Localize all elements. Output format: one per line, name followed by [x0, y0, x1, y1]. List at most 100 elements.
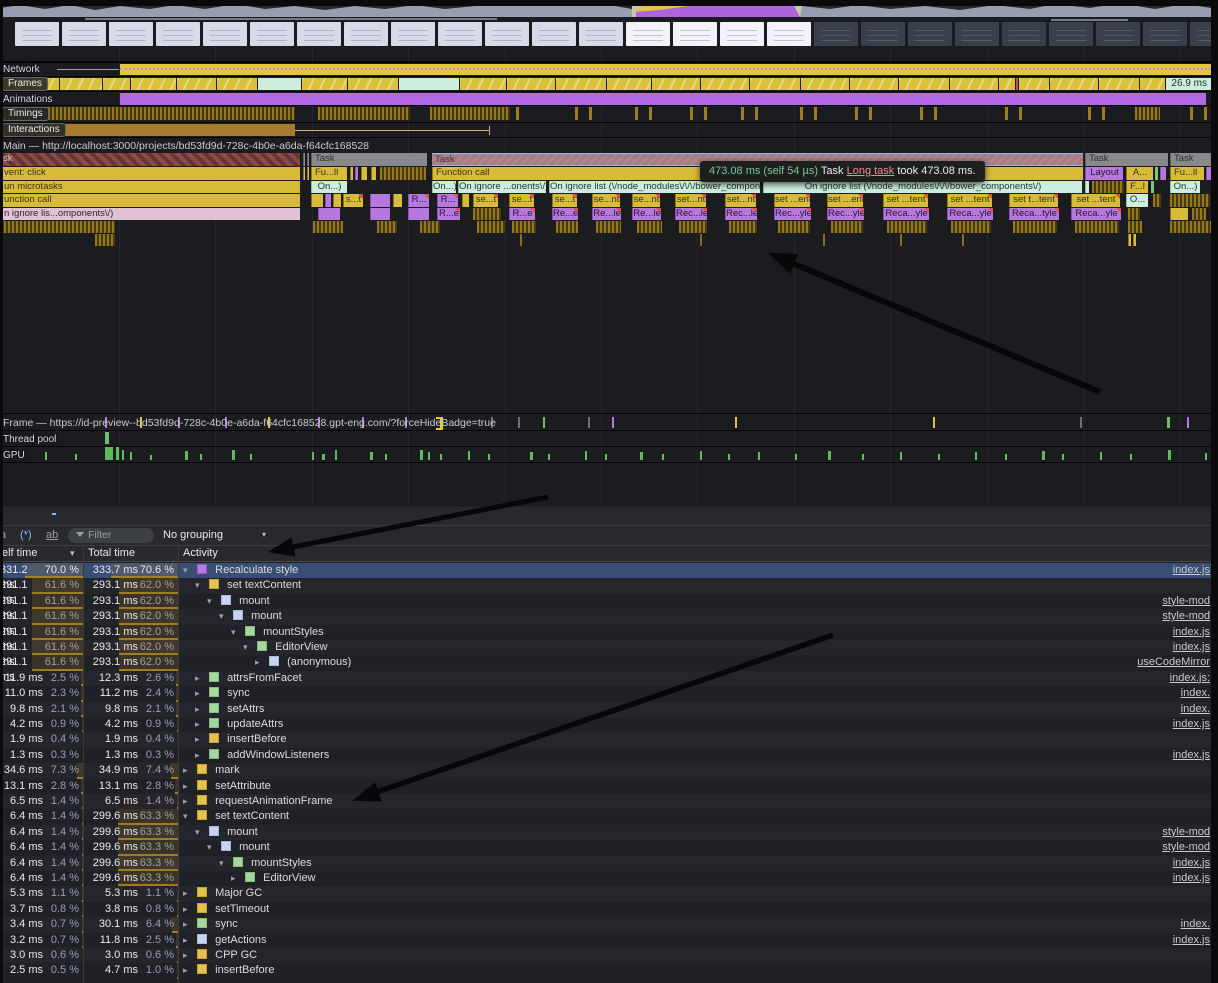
- table-row[interactable]: 9.8 ms 2.1 % 9.8 ms 2.1 % ▸ setAttrs ind…: [0, 702, 1218, 717]
- frame-segment[interactable]: [701, 78, 749, 90]
- flame-recalc-bar[interactable]: Rec...yle: [774, 208, 811, 220]
- frame-event-tick[interactable]: [588, 417, 590, 428]
- gpu-task-bar[interactable]: [1205, 453, 1207, 460]
- flame-call-bar[interactable]: [1170, 194, 1210, 207]
- track-label-animations[interactable]: Animations: [3, 94, 52, 105]
- flame-recalc-bar[interactable]: Reca...yle: [1071, 208, 1121, 220]
- flame-deep-bar[interactable]: [596, 221, 621, 233]
- gpu-task-bar[interactable]: [585, 451, 587, 460]
- filmstrip-frame[interactable]: [908, 22, 952, 46]
- flame-call-bar[interactable]: [311, 194, 323, 207]
- flame-call-bar[interactable]: [325, 194, 331, 207]
- filmstrip-frame[interactable]: [391, 22, 435, 46]
- flame-recalc-bar[interactable]: Reca...yle: [947, 208, 993, 220]
- expander-icon[interactable]: ▸: [195, 717, 206, 732]
- long-task-link[interactable]: Long task: [847, 165, 895, 177]
- flame-call-bar[interactable]: [333, 194, 341, 207]
- flame-deep-bar[interactable]: [700, 234, 702, 246]
- flame-task-bar[interactable]: Task: [1170, 153, 1211, 166]
- expander-icon[interactable]: ▾: [207, 840, 218, 855]
- table-row[interactable]: 6.4 ms 1.4 % 299.6 ms 63.3 % ▸ EditorVie…: [0, 871, 1218, 886]
- source-link[interactable]: index.: [1181, 702, 1210, 717]
- flame-event-bar[interactable]: Fu...ll: [1170, 167, 1204, 180]
- flame-deep-bar[interactable]: [1075, 221, 1119, 233]
- expander-icon[interactable]: ▸: [183, 902, 194, 917]
- frame-segment[interactable]: [1050, 78, 1098, 90]
- flame-call-bar[interactable]: se...nt: [592, 194, 620, 207]
- track-label-network[interactable]: Network: [3, 64, 40, 75]
- frame-segment[interactable]: [1016, 78, 1018, 90]
- gpu-task-bar[interactable]: [548, 454, 550, 460]
- flame-microtask-bar[interactable]: On ignore list (\/node_modules\/\/\/bowe…: [549, 181, 760, 193]
- gpu-task-bar[interactable]: [1062, 454, 1064, 460]
- table-row[interactable]: 291.1 ms 61.6 % 293.1 ms 62.0 % ▾ Editor…: [0, 640, 1218, 655]
- flame-event-bar[interactable]: [361, 167, 367, 180]
- flame-call-bar[interactable]: set ...ent: [774, 194, 810, 207]
- flame-recalc-bar[interactable]: [408, 208, 429, 220]
- timing-marker[interactable]: [430, 107, 510, 120]
- column-divider[interactable]: [83, 546, 84, 983]
- flame-event-bar[interactable]: [371, 167, 376, 180]
- track-label-timings[interactable]: Timings: [2, 107, 49, 121]
- flame-call-bar[interactable]: set...nt: [675, 194, 706, 207]
- timing-marker[interactable]: [869, 107, 872, 120]
- flame-call-bar[interactable]: set ...tent: [947, 194, 992, 207]
- flame-call-bar[interactable]: R...: [408, 194, 429, 207]
- filmstrip-frame[interactable]: [1143, 22, 1187, 46]
- flame-deep-bar[interactable]: [778, 221, 810, 233]
- timing-marker[interactable]: [635, 107, 638, 120]
- frame-event-tick[interactable]: [543, 417, 545, 428]
- filmstrip-frame[interactable]: [297, 22, 341, 46]
- flame-call-bar[interactable]: set ...ent: [827, 194, 863, 207]
- flame-microtask-bar[interactable]: F...l: [1126, 181, 1148, 193]
- flame-event-bar[interactable]: vent: click: [0, 167, 300, 180]
- expander-icon[interactable]: ▾: [231, 625, 242, 640]
- flame-event-bar[interactable]: [303, 167, 305, 180]
- flame-deep-bar[interactable]: [1128, 221, 1142, 233]
- flame-call-bar[interactable]: set ...tent: [883, 194, 928, 207]
- flame-event-bar[interactable]: [1160, 167, 1166, 180]
- gpu-task-bar[interactable]: [370, 452, 373, 460]
- flame-recalc-bar[interactable]: R...e: [509, 208, 535, 220]
- expander-icon[interactable]: ▸: [195, 748, 206, 763]
- table-row[interactable]: 3.2 ms 0.7 % 11.8 ms 2.5 % ▸ getActions …: [0, 933, 1218, 948]
- table-row[interactable]: 291.1 ms 61.6 % 293.1 ms 62.0 % ▸ (anony…: [0, 655, 1218, 670]
- frame-event-tick[interactable]: [735, 417, 737, 428]
- track-label-threadpool[interactable]: Thread pool: [3, 434, 56, 445]
- frame-segment[interactable]: [1099, 78, 1139, 90]
- gpu-task-bar[interactable]: [385, 454, 387, 460]
- table-row[interactable]: 13.1 ms 2.8 % 13.1 ms 2.8 % ▸ setAttribu…: [0, 779, 1218, 794]
- flame-call-bar[interactable]: se...t: [473, 194, 498, 207]
- flame-deep-bar[interactable]: [962, 234, 964, 246]
- gpu-task-bar[interactable]: [130, 452, 132, 460]
- table-row[interactable]: 34.6 ms 7.3 % 34.9 ms 7.4 % ▸ mark: [0, 763, 1218, 778]
- flame-call-bar[interactable]: [393, 194, 402, 207]
- timing-marker[interactable]: [814, 107, 817, 120]
- flame-microtask-bar[interactable]: On ignore ...onents\/): [458, 181, 546, 193]
- flame-recalc-bar[interactable]: [473, 208, 501, 220]
- filmstrip-frame[interactable]: [767, 22, 811, 46]
- timing-marker[interactable]: [920, 107, 923, 120]
- timing-marker[interactable]: [741, 107, 744, 120]
- flame-recalc-bar[interactable]: Reca...tyle: [1009, 208, 1059, 220]
- filmstrip-frame[interactable]: [1002, 22, 1046, 46]
- flame-call-bar[interactable]: s...t: [343, 194, 363, 207]
- source-link[interactable]: index.js: [1173, 563, 1210, 578]
- flame-call-bar[interactable]: se...nt: [632, 194, 660, 207]
- flame-microtask-bar[interactable]: On...): [432, 181, 456, 193]
- network-request-bar[interactable]: [120, 64, 1211, 75]
- gpu-task-bar[interactable]: [45, 452, 47, 460]
- flame-microtask-bar[interactable]: On...): [311, 181, 347, 193]
- flame-event-bar[interactable]: [1155, 167, 1158, 180]
- flame-deep-bar[interactable]: [951, 221, 991, 233]
- table-row[interactable]: 11.9 ms 2.5 % 12.3 ms 2.6 % ▸ attrsFromF…: [0, 671, 1218, 686]
- frame-segment[interactable]: [556, 78, 606, 90]
- expander-icon[interactable]: ▸: [183, 917, 194, 932]
- expander-icon[interactable]: ▸: [195, 702, 206, 717]
- gpu-task-bar[interactable]: [335, 450, 337, 460]
- flame-call-bar[interactable]: set...nt: [725, 194, 756, 207]
- flame-call-bar[interactable]: se...t: [552, 194, 577, 207]
- frame-segment[interactable]: [999, 78, 1015, 90]
- gpu-task-bar[interactable]: [150, 455, 152, 460]
- source-link[interactable]: index.js: [1173, 856, 1210, 871]
